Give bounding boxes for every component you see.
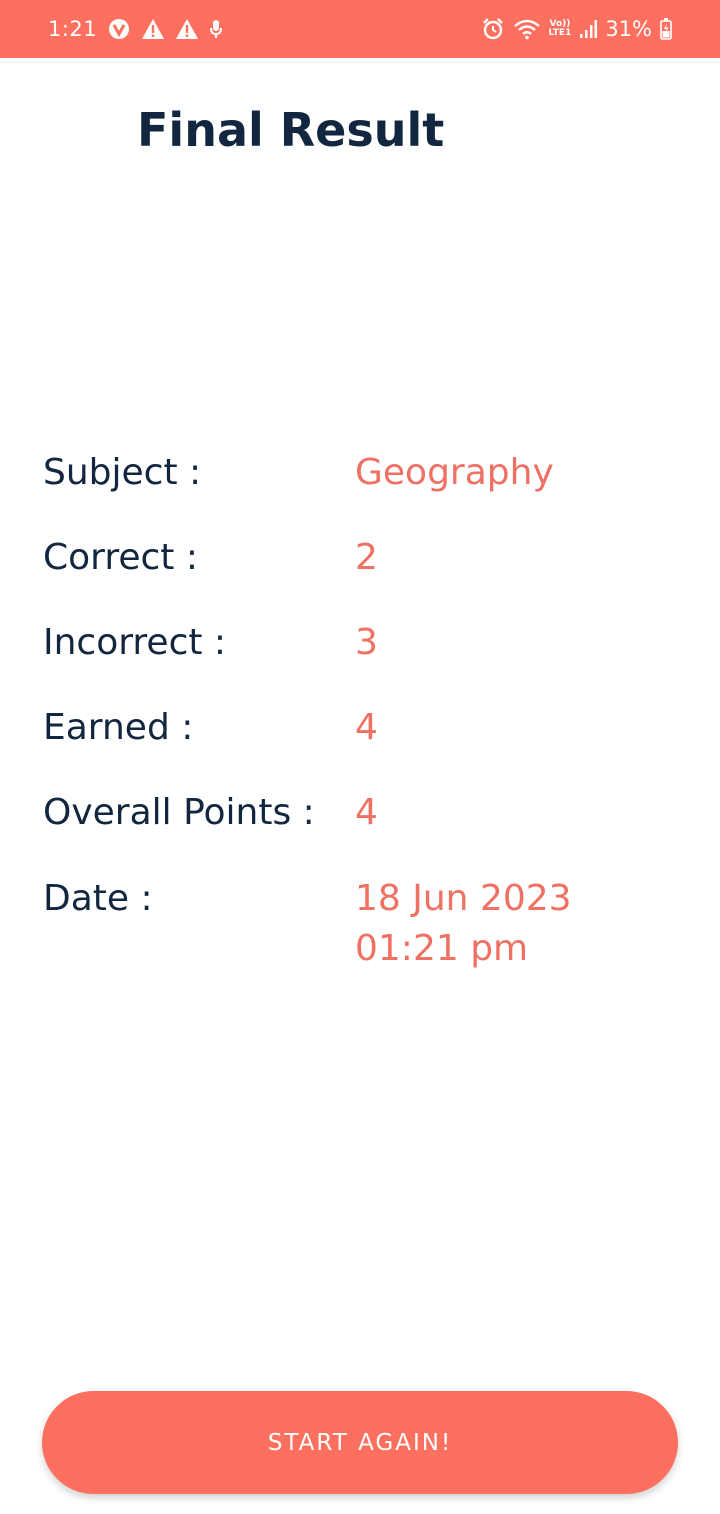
incorrect-label: Incorrect : bbox=[43, 622, 227, 663]
volte-label-bottom: LTE1 bbox=[548, 28, 572, 38]
date-value-time: 01:21 pm bbox=[355, 928, 529, 969]
signal-icon bbox=[579, 19, 598, 39]
status-bar: 1:21 Vo)) LTE1 31% bbox=[0, 0, 720, 58]
start-again-button[interactable]: START AGAIN! bbox=[42, 1391, 678, 1494]
subject-value: Geography bbox=[355, 452, 554, 493]
vpn-icon bbox=[107, 17, 131, 41]
battery-percent: 31% bbox=[605, 17, 652, 41]
incorrect-value: 3 bbox=[355, 622, 378, 663]
overall-points-label: Overall Points : bbox=[43, 792, 315, 833]
volte-icon: Vo)) LTE1 bbox=[549, 20, 572, 38]
earned-value: 4 bbox=[355, 707, 378, 748]
correct-value: 2 bbox=[355, 537, 378, 578]
warning-icon bbox=[141, 18, 165, 40]
battery-icon bbox=[660, 18, 672, 40]
date-label: Date : bbox=[43, 878, 153, 919]
alarm-icon bbox=[481, 17, 505, 41]
overall-points-value: 4 bbox=[355, 792, 378, 833]
date-value-day: 18 Jun 2023 bbox=[355, 878, 572, 919]
wifi-icon bbox=[513, 18, 541, 40]
status-time: 1:21 bbox=[48, 17, 98, 41]
microphone-icon bbox=[209, 18, 223, 40]
warning-icon bbox=[175, 18, 199, 40]
correct-label: Correct : bbox=[43, 537, 198, 578]
page-title: Final Result bbox=[137, 103, 445, 157]
subject-label: Subject : bbox=[43, 452, 202, 493]
status-bar-left: 1:21 bbox=[48, 0, 223, 58]
earned-label: Earned : bbox=[43, 707, 194, 748]
date-value: 18 Jun 2023 01:21 pm bbox=[355, 874, 675, 974]
status-bar-right: Vo)) LTE1 31% bbox=[481, 0, 672, 58]
